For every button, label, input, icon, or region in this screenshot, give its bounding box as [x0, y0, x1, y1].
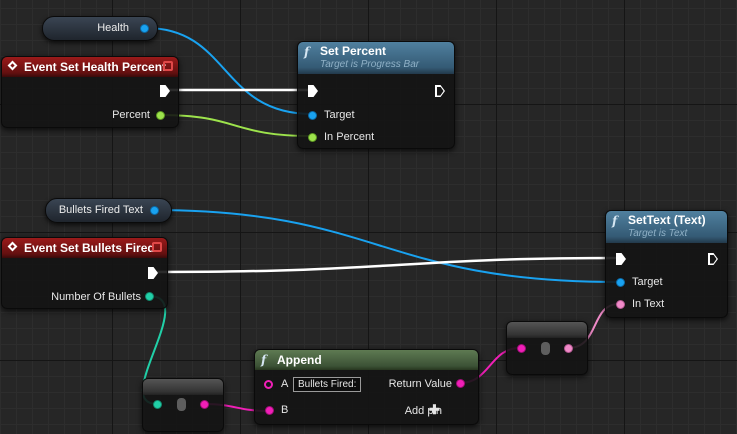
append-title: Append: [277, 353, 322, 367]
event-diamond-icon: [7, 60, 18, 71]
exec-output-pin[interactable]: [160, 85, 170, 97]
exec-input-pin[interactable]: [616, 253, 626, 265]
event-title: Event Set Health Percent: [24, 60, 167, 74]
conversion-output-pin[interactable]: [200, 400, 209, 409]
in-text-input-pin[interactable]: [616, 300, 625, 309]
set-percent-subtitle: Target is Progress Bar: [320, 59, 420, 70]
health-variable-node[interactable]: Health: [42, 16, 158, 41]
conversion-input-pin[interactable]: [153, 400, 162, 409]
return-value-output-pin[interactable]: [456, 379, 465, 388]
return-value-pin-row: Return Value: [389, 376, 452, 392]
target-input-pin[interactable]: [616, 278, 625, 287]
event-set-bullets-fired-node[interactable]: Event Set Bullets Fired Number Of Bullet…: [1, 237, 168, 309]
set-percent-title: Set Percent: [320, 44, 387, 58]
set-text-title: SetText (Text): [628, 213, 706, 227]
number-of-bullets-pin-label: Number Of Bullets: [51, 291, 141, 303]
event-set-health-percent-node[interactable]: Event Set Health Percent Percent: [1, 56, 179, 128]
number-of-bullets-output-pin[interactable]: [145, 292, 154, 301]
set-text-header: f SetText (Text) Target is Text: [606, 211, 727, 243]
stop-square-icon: [152, 242, 162, 252]
exec-input-pin[interactable]: [308, 85, 318, 97]
wire-exec-bullets[interactable]: [155, 256, 620, 274]
target-pin-label: Target: [324, 109, 355, 121]
conversion-output-pin[interactable]: [564, 344, 573, 353]
in-percent-input-pin[interactable]: [308, 133, 317, 142]
set-percent-header: f Set Percent Target is Progress Bar: [298, 42, 454, 74]
set-text-subtitle: Target is Text: [628, 228, 688, 239]
number-of-bullets-pin-row: Number Of Bullets: [51, 289, 141, 305]
exec-output-pin[interactable]: [435, 85, 445, 97]
wire-percent-to-in-percent[interactable]: [159, 114, 313, 137]
bullets-fired-text-variable-label: Bullets Fired Text: [58, 204, 143, 216]
string-to-text-conversion-node[interactable]: [506, 321, 588, 375]
in-percent-pin-row: In Percent: [324, 129, 374, 145]
conversion-input-pin[interactable]: [517, 344, 526, 353]
pure-function-icon: f: [261, 353, 267, 367]
event-header: Event Set Health Percent: [2, 57, 178, 77]
percent-pin-label: Percent: [112, 109, 150, 121]
append-header: f Append: [255, 350, 478, 370]
b-pin-label: B: [281, 404, 289, 416]
conversion-knob: [541, 342, 550, 355]
stop-square-icon: [163, 61, 173, 71]
percent-pin-row: Percent: [112, 107, 150, 123]
health-output-pin[interactable]: [140, 24, 149, 33]
append-node[interactable]: f Append A Bullets Fired: Return Value B…: [254, 349, 479, 425]
set-text-node[interactable]: f SetText (Text) Target is Text Target I…: [605, 210, 728, 318]
conversion-knob: [177, 398, 186, 411]
event-diamond-icon: [7, 241, 18, 252]
plus-icon[interactable]: ✚: [429, 402, 440, 418]
bullets-fired-text-variable-node[interactable]: Bullets Fired Text: [45, 198, 172, 223]
bullets-fired-text-output-pin[interactable]: [150, 206, 159, 215]
return-value-pin-label: Return Value: [388, 378, 452, 390]
a-pin-label: A: [281, 378, 289, 390]
exec-output-pin[interactable]: [148, 267, 158, 279]
a-literal-input[interactable]: Bullets Fired:: [293, 377, 362, 392]
event-header: Event Set Bullets Fired: [2, 238, 167, 258]
conversion-header: [143, 379, 223, 395]
a-pin-row: A: [281, 376, 288, 392]
function-icon: f: [612, 214, 618, 228]
exec-output-pin[interactable]: [708, 253, 718, 265]
health-variable-label: Health: [97, 22, 129, 34]
in-text-pin-label: In Text: [632, 298, 665, 310]
percent-output-pin[interactable]: [156, 111, 165, 120]
event-title: Event Set Bullets Fired: [24, 241, 155, 255]
in-text-pin-row: In Text: [632, 296, 664, 312]
target-input-pin[interactable]: [308, 111, 317, 120]
b-input-pin[interactable]: [265, 406, 274, 415]
function-icon: f: [304, 45, 310, 59]
b-pin-row: B: [281, 402, 288, 418]
set-percent-node[interactable]: f Set Percent Target is Progress Bar Tar…: [297, 41, 455, 149]
int-to-string-conversion-node[interactable]: [142, 378, 224, 432]
a-input-pin[interactable]: [264, 380, 273, 389]
target-pin-label: Target: [632, 276, 663, 288]
target-pin-row: Target: [324, 107, 355, 123]
conversion-header: [507, 322, 587, 338]
in-percent-pin-label: In Percent: [324, 131, 375, 143]
target-pin-row: Target: [632, 274, 663, 290]
